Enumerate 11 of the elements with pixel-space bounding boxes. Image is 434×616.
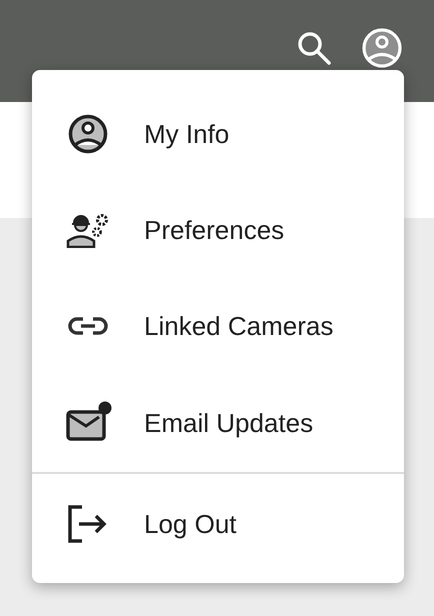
menu-item[interactable]: Email Updates	[32, 374, 404, 472]
menu-item[interactable]: Linked Cameras	[32, 278, 404, 374]
link-icon	[66, 316, 110, 336]
notification-dot	[98, 401, 112, 415]
account-icon	[66, 114, 110, 154]
worker-gears-icon	[66, 212, 110, 248]
account-icon[interactable]	[362, 28, 402, 68]
search-icon[interactable]	[296, 30, 332, 66]
menu-item[interactable]: My Info	[32, 86, 404, 182]
menu-item[interactable]: Log Out	[32, 474, 404, 574]
menu-item[interactable]: Preferences	[32, 182, 404, 278]
